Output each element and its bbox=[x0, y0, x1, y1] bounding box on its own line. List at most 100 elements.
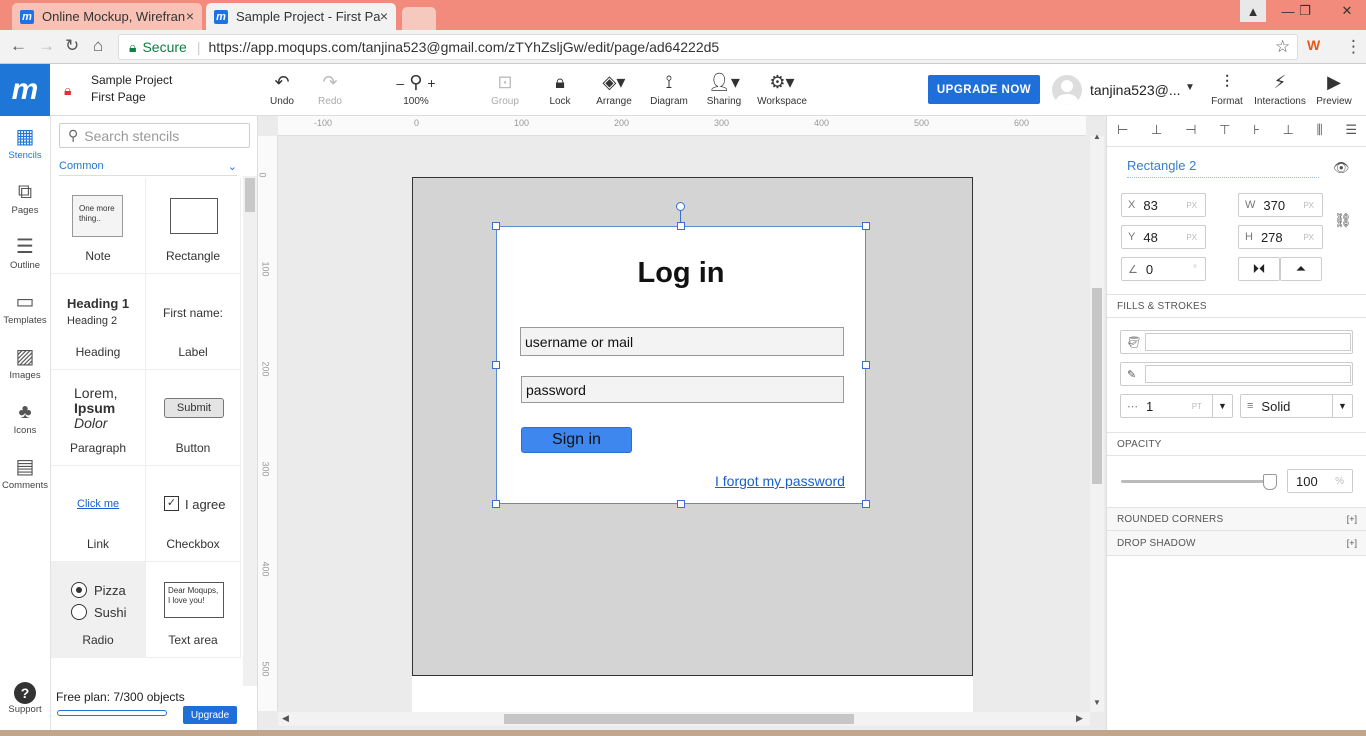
scroll-down-icon[interactable]: ▼ bbox=[1093, 698, 1101, 707]
link-proportions-icon[interactable]: ⛓︎ bbox=[1334, 212, 1352, 229]
menu-icon[interactable]: ⋮ bbox=[1345, 37, 1362, 57]
rail-comments[interactable]: ▤ Comments bbox=[0, 454, 50, 491]
opacity-slider-handle[interactable] bbox=[1263, 474, 1277, 490]
resize-handle[interactable] bbox=[677, 222, 685, 230]
stencil-link[interactable]: Click me Link bbox=[51, 466, 146, 562]
canvas-area[interactable]: -100 0 100 200 300 400 500 600 0 100 200… bbox=[258, 116, 1106, 730]
stencil-checkbox[interactable]: ✓ I agree Checkbox bbox=[146, 466, 241, 562]
resize-handle[interactable] bbox=[862, 222, 870, 230]
rail-support[interactable]: ? Support bbox=[0, 682, 50, 715]
undo-button[interactable]: ↶ Undo bbox=[266, 70, 298, 107]
align-top-icon[interactable]: ⊤ bbox=[1219, 122, 1230, 142]
distribute-vertical-icon[interactable]: ☰ bbox=[1345, 122, 1357, 142]
reload-icon[interactable]: ↻ bbox=[65, 36, 79, 56]
x-field[interactable]: X 83 PX bbox=[1121, 193, 1206, 217]
scrollbar-thumb[interactable] bbox=[1092, 288, 1102, 484]
zoom-in-button[interactable]: + bbox=[427, 75, 435, 91]
opacity-slider-track[interactable] bbox=[1121, 480, 1271, 483]
scroll-right-icon[interactable]: ▶ bbox=[1076, 713, 1083, 724]
url-field[interactable]: 🔒︎ Secure | https://app.moqups.com/tanji… bbox=[118, 34, 1298, 60]
drop-shadow-section[interactable]: DROP SHADOW [+] bbox=[1107, 531, 1366, 555]
project-name[interactable]: Sample Project bbox=[91, 73, 172, 87]
align-center-icon[interactable]: ⊥ bbox=[1151, 122, 1162, 142]
project-lock-icon[interactable]: 🔒︎ bbox=[64, 82, 71, 99]
rounded-corners-section[interactable]: ROUNDED CORNERS [+] bbox=[1107, 508, 1366, 530]
expand-icon[interactable]: [+] bbox=[1347, 538, 1357, 548]
format-button[interactable]: ⫶ Format bbox=[1208, 70, 1246, 107]
workspace-button[interactable]: ⚙▾ Workspace bbox=[756, 70, 808, 107]
stencil-category-dropdown[interactable]: Common ⌄ bbox=[59, 160, 237, 176]
visibility-eye-icon[interactable]: 👁︎ bbox=[1333, 160, 1350, 176]
back-icon[interactable]: ← bbox=[10, 36, 27, 56]
new-tab-button[interactable] bbox=[402, 7, 436, 30]
rotation-handle[interactable] bbox=[676, 202, 685, 211]
rail-images[interactable]: ▨ Images bbox=[0, 344, 50, 381]
chevron-down-icon[interactable]: ▼ bbox=[1332, 395, 1352, 417]
diagram-button[interactable]: ⟟ Diagram bbox=[648, 70, 690, 107]
stencil-button[interactable]: Submit Button bbox=[146, 370, 241, 466]
scroll-up-icon[interactable]: ▲ bbox=[1093, 132, 1101, 141]
resize-handle[interactable] bbox=[677, 500, 685, 508]
stencil-radio[interactable]: Pizza Sushi Radio bbox=[51, 562, 146, 658]
extension-icon[interactable]: W bbox=[1307, 37, 1320, 53]
username-input[interactable]: username or mail bbox=[520, 327, 844, 356]
flip-vertical-button[interactable]: ⏶ bbox=[1280, 257, 1322, 281]
upgrade-button[interactable]: Upgrade bbox=[183, 706, 237, 724]
fill-color-field[interactable]: 🪣︎ bbox=[1120, 330, 1353, 354]
password-input[interactable]: password bbox=[521, 376, 844, 403]
stroke-style-select[interactable]: ≡ Solid ▼ bbox=[1240, 394, 1353, 418]
chevron-down-icon[interactable]: ▼ bbox=[1212, 395, 1232, 417]
resize-handle[interactable] bbox=[492, 361, 500, 369]
distribute-horizontal-icon[interactable]: ⫼ bbox=[1317, 122, 1323, 142]
moqups-logo[interactable]: m bbox=[0, 64, 50, 116]
rotation-field[interactable]: ∠ 0 ° bbox=[1121, 257, 1206, 281]
height-field[interactable]: H 278 PX bbox=[1238, 225, 1323, 249]
bookmark-star-icon[interactable]: ☆ bbox=[1275, 37, 1290, 57]
zoom-out-button[interactable]: – bbox=[396, 75, 404, 91]
stencil-paragraph[interactable]: Lorem, Ipsum Dolor Paragraph bbox=[51, 370, 146, 466]
stroke-color-field[interactable]: ✎ bbox=[1120, 362, 1353, 386]
forward-icon[interactable]: → bbox=[38, 36, 55, 56]
align-right-icon[interactable]: ⊣ bbox=[1185, 122, 1196, 142]
stroke-swatch[interactable] bbox=[1145, 365, 1351, 383]
rail-templates[interactable]: ▭ Templates bbox=[0, 289, 50, 326]
stencil-label-item[interactable]: First name: Label bbox=[146, 274, 241, 370]
sign-in-button[interactable]: Sign in bbox=[521, 427, 632, 453]
user-menu-chevron-icon[interactable]: ▼ bbox=[1185, 82, 1195, 93]
opacity-field[interactable]: 100 % bbox=[1287, 469, 1353, 493]
scrollbar-thumb[interactable] bbox=[245, 178, 255, 212]
sharing-button[interactable]: 👤︎▾ Sharing bbox=[703, 70, 745, 107]
resize-handle[interactable] bbox=[492, 500, 500, 508]
resize-handle[interactable] bbox=[862, 500, 870, 508]
stencil-search-input[interactable]: ⚲ Search stencils bbox=[59, 123, 250, 148]
resize-handle[interactable] bbox=[492, 222, 500, 230]
align-bottom-icon[interactable]: ⊥ bbox=[1283, 122, 1294, 142]
expand-icon[interactable]: [+] bbox=[1347, 514, 1357, 524]
home-icon[interactable]: ⌂ bbox=[93, 36, 103, 56]
align-middle-icon[interactable]: ⊦ bbox=[1253, 122, 1260, 142]
group-button[interactable]: ⊡ Group bbox=[488, 70, 522, 107]
interactions-button[interactable]: ⚡︎ Interactions bbox=[1253, 70, 1307, 107]
browser-tab-2[interactable]: m Sample Project - First Pa × bbox=[206, 3, 396, 30]
close-tab-icon[interactable]: × bbox=[380, 8, 388, 24]
canvas-horizontal-scrollbar[interactable]: ◀ ▶ bbox=[278, 712, 1090, 726]
close-window-icon[interactable]: ✕ bbox=[1334, 0, 1360, 22]
preview-button[interactable]: ▶︎ Preview bbox=[1314, 70, 1354, 107]
canvas-vertical-scrollbar[interactable]: ▲ ▼ bbox=[1090, 132, 1104, 712]
stencils-scrollbar[interactable] bbox=[243, 176, 257, 686]
arrange-button[interactable]: ◈▾ Arrange bbox=[594, 70, 634, 107]
close-tab-icon[interactable]: × bbox=[186, 8, 194, 24]
y-field[interactable]: Y 48 PX bbox=[1121, 225, 1206, 249]
browser-tab-1[interactable]: m Online Mockup, Wirefran × bbox=[12, 3, 202, 30]
fill-swatch[interactable] bbox=[1145, 333, 1351, 351]
login-rectangle[interactable]: Log in username or mail password Sign in… bbox=[496, 226, 866, 504]
rail-icons[interactable]: ♣ Icons bbox=[0, 399, 50, 436]
user-name[interactable]: tanjina523@... bbox=[1090, 82, 1181, 98]
width-field[interactable]: W 370 PX bbox=[1238, 193, 1323, 217]
page-name[interactable]: First Page bbox=[91, 90, 146, 104]
mockup-page[interactable]: Log in username or mail password Sign in… bbox=[412, 177, 973, 676]
align-left-icon[interactable]: ⊢ bbox=[1117, 122, 1128, 142]
avatar[interactable] bbox=[1052, 75, 1082, 105]
shape-name-field[interactable]: Rectangle 2 bbox=[1127, 158, 1319, 178]
zoom-control[interactable]: – ⚲ + 100% bbox=[390, 70, 442, 107]
